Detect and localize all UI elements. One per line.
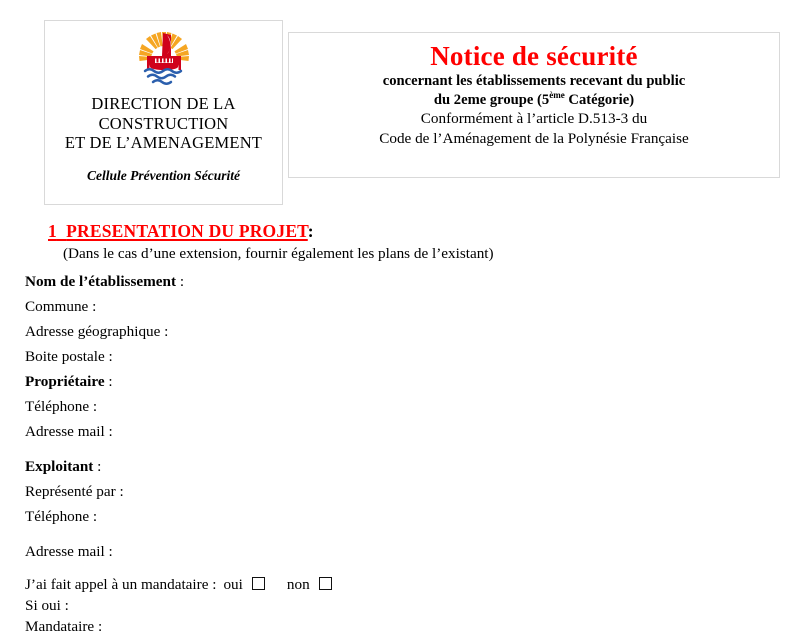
subtitle-category-superscript: ème bbox=[549, 89, 565, 100]
document-subtitle-line-2: du 2eme groupe (5ème Catégorie) bbox=[289, 89, 779, 110]
field-exploitant-telephone[interactable]: Téléphone : bbox=[25, 504, 770, 529]
field-colon: : bbox=[164, 323, 169, 340]
form-field-list: Nom de l’établissement : Commune : Adres… bbox=[25, 269, 770, 637]
field-label: Téléphone bbox=[25, 508, 90, 525]
section-number: 1 bbox=[48, 221, 57, 241]
field-adresse-geographique[interactable]: Adresse géographique : bbox=[25, 319, 770, 344]
field-colon: : bbox=[119, 483, 124, 500]
section-title: PRESENTATION DU PROJET bbox=[66, 221, 308, 241]
document-subtitle-line-1: concernant les établissements recevant d… bbox=[382, 73, 686, 89]
section-heading: 1 PRESENTATION DU PROJET: bbox=[48, 221, 314, 242]
logo-container bbox=[45, 27, 282, 91]
field-colon: : bbox=[97, 458, 102, 475]
field-proprietaire-telephone[interactable]: Téléphone : bbox=[25, 394, 770, 419]
org-line-3: ET DE L’AMENAGEMENT bbox=[64, 133, 263, 152]
field-label: Exploitant bbox=[25, 458, 94, 475]
field-label: Mandataire bbox=[25, 618, 95, 635]
field-label: Nom de l’établissement bbox=[25, 273, 177, 290]
field-exploitant[interactable]: Exploitant : bbox=[25, 454, 770, 479]
field-represente-par[interactable]: Représenté par : bbox=[25, 479, 770, 504]
mandataire-question-label: J’ai fait appel à un mandataire : bbox=[25, 576, 217, 593]
field-si-oui: Si oui : bbox=[25, 595, 770, 616]
field-mandataire-question: J’ai fait appel à un mandataire : oui no… bbox=[25, 574, 770, 595]
organisation-subtitle: Cellule Prévention Sécurité bbox=[87, 167, 240, 183]
field-colon: : bbox=[108, 348, 113, 365]
header-title-box: Notice de sécurité concernant les établi… bbox=[288, 32, 780, 178]
field-colon: : bbox=[97, 618, 103, 635]
document-subtitle-line-4: Code de l’Aménagement de la Polynésie Fr… bbox=[379, 129, 689, 147]
field-mandataire-cutoff[interactable]: Mandataire : bbox=[25, 616, 770, 637]
field-label: Boite postale bbox=[25, 348, 105, 365]
field-label: Adresse géographique bbox=[25, 323, 161, 340]
field-nom-etablissement[interactable]: Nom de l’établissement : bbox=[25, 269, 770, 294]
mandataire-no-checkbox[interactable] bbox=[318, 577, 332, 590]
document-page: DIRECTION DE LA CONSTRUCTION ET DE L’AME… bbox=[0, 0, 800, 635]
field-colon: : bbox=[92, 398, 98, 415]
field-colon: : bbox=[92, 508, 98, 525]
document-subtitle-line-3: Conformément à l’article D.513-3 du bbox=[420, 110, 648, 127]
field-boite-postale[interactable]: Boite postale : bbox=[25, 344, 770, 369]
field-colon: : bbox=[108, 543, 113, 560]
field-colon: : bbox=[108, 423, 113, 440]
field-colon: : bbox=[108, 373, 113, 390]
french-polynesia-coat-of-arms-icon bbox=[138, 32, 189, 85]
section-note: (Dans le cas d’une extension, fournir ég… bbox=[63, 245, 494, 262]
subtitle-category-pre: du 2eme groupe (5 bbox=[433, 91, 550, 108]
mandataire-option-yes-label: oui bbox=[223, 576, 243, 593]
org-line-1: DIRECTION DE LA bbox=[91, 94, 236, 113]
section-heading-colon: : bbox=[307, 221, 314, 241]
org-line-2: CONSTRUCTION bbox=[98, 113, 229, 133]
organisation-name: DIRECTION DE LA CONSTRUCTION ET DE L’AME… bbox=[45, 94, 282, 153]
mandataire-option-no-label: non bbox=[286, 576, 310, 593]
field-colon: : bbox=[179, 273, 185, 290]
subtitle-category-post: Catégorie) bbox=[564, 91, 635, 108]
field-proprietaire-adresse-mail[interactable]: Adresse mail : bbox=[25, 419, 770, 444]
field-label: Adresse mail bbox=[25, 543, 105, 560]
field-label: Téléphone bbox=[25, 398, 90, 415]
document-title: Notice de sécurité bbox=[430, 41, 638, 71]
document-header: DIRECTION DE LA CONSTRUCTION ET DE L’AME… bbox=[0, 0, 800, 212]
field-exploitant-adresse-mail[interactable]: Adresse mail : bbox=[25, 539, 770, 564]
field-commune[interactable]: Commune : bbox=[25, 294, 770, 319]
field-label: Commune bbox=[25, 298, 89, 315]
field-label: Représenté par bbox=[25, 483, 116, 500]
mandataire-yes-checkbox[interactable] bbox=[251, 577, 265, 590]
field-label: Propriétaire bbox=[25, 373, 105, 390]
field-colon: : bbox=[92, 298, 97, 315]
header-organisation-box: DIRECTION DE LA CONSTRUCTION ET DE L’AME… bbox=[44, 20, 283, 205]
field-proprietaire[interactable]: Propriétaire : bbox=[25, 369, 770, 394]
field-label: Adresse mail bbox=[25, 423, 105, 440]
